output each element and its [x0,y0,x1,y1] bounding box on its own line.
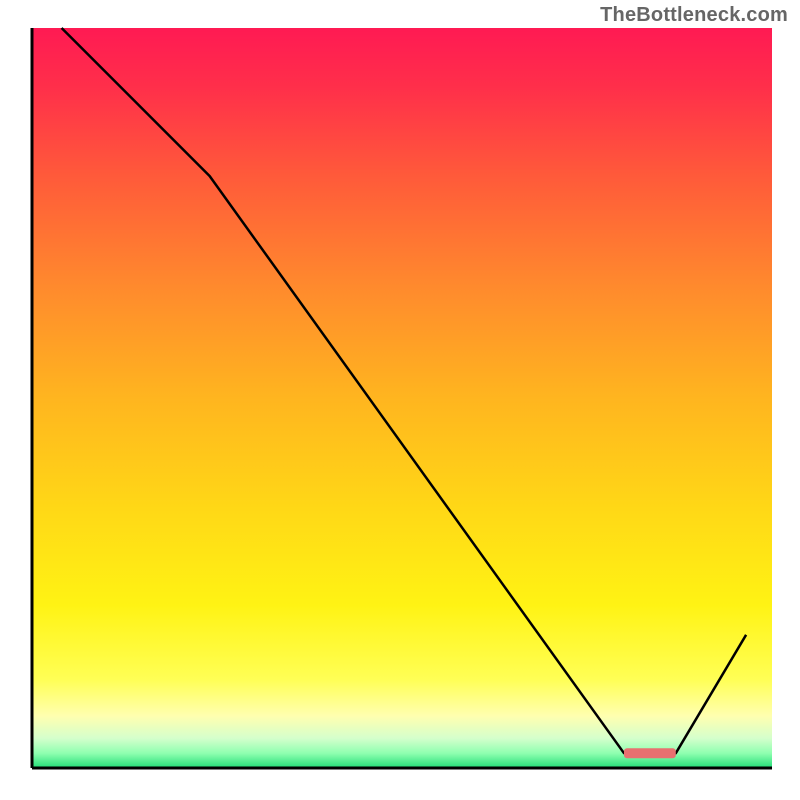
plot-background [32,28,772,768]
chart-container: { "watermark": "TheBottleneck.com", "cha… [0,0,800,800]
optimal-range-marker [624,748,676,758]
bottleneck-chart [0,0,800,800]
